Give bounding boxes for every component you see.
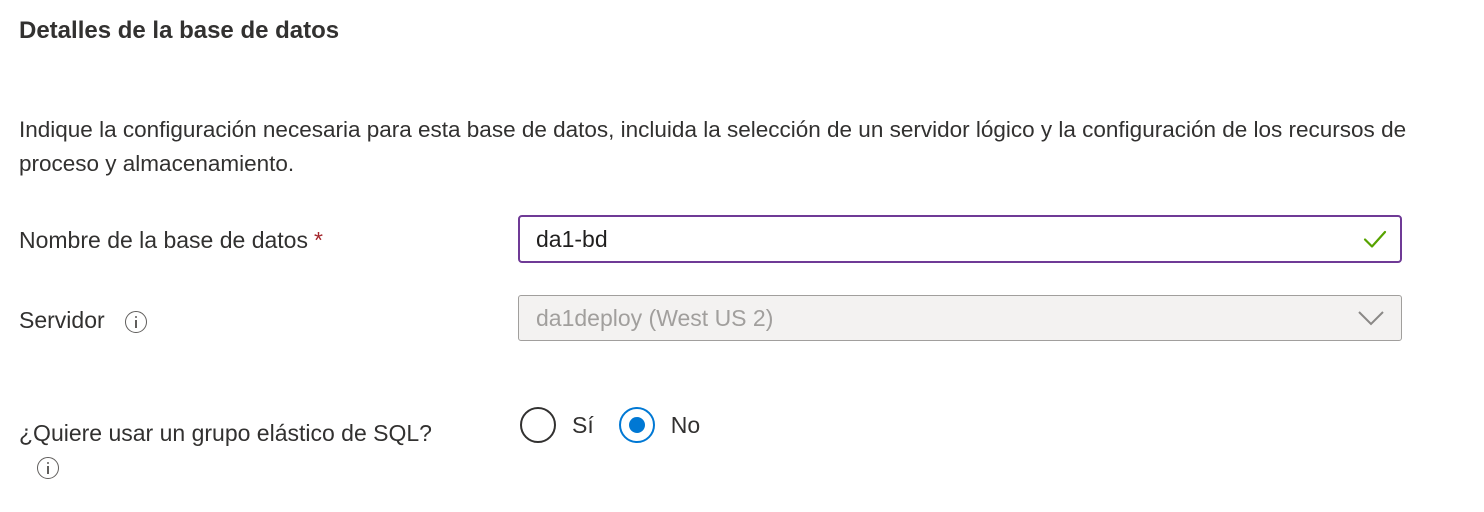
section-description: Indique la configuración necesaria para … [19,117,1407,176]
info-icon[interactable] [125,310,148,333]
chevron-down-icon [1358,311,1384,326]
database-name-value[interactable]: da1-bd [520,226,1362,253]
database-name-input[interactable]: da1-bd [518,215,1402,263]
database-name-label-text: Nombre de la base de datos [19,227,308,253]
database-details-section: Detalles de la base de datos Indique la … [0,0,1484,512]
server-label-text: Servidor [19,307,105,333]
database-name-label: Nombre de la base de datos * [19,225,323,255]
radio-button-yes[interactable] [520,407,556,443]
required-marker: * [313,227,323,253]
checkmark-icon [1363,230,1387,248]
elastic-pool-radio-group: Sí No [520,407,700,443]
radio-option-no[interactable]: No [618,407,701,443]
server-dropdown[interactable]: da1deploy (West US 2) [518,295,1402,341]
elastic-pool-label: ¿Quiere usar un grupo elástico de SQL? [19,420,432,446]
radio-option-yes[interactable]: Sí [520,407,594,443]
info-icon[interactable] [37,457,59,479]
radio-label-yes: Sí [572,411,594,438]
server-dropdown-value: da1deploy (West US 2) [536,304,774,331]
server-label: Servidor [19,305,148,335]
radio-button-no[interactable] [618,407,655,443]
section-title: Detalles de la base de datos [19,17,340,44]
radio-label-no: No [670,411,701,438]
